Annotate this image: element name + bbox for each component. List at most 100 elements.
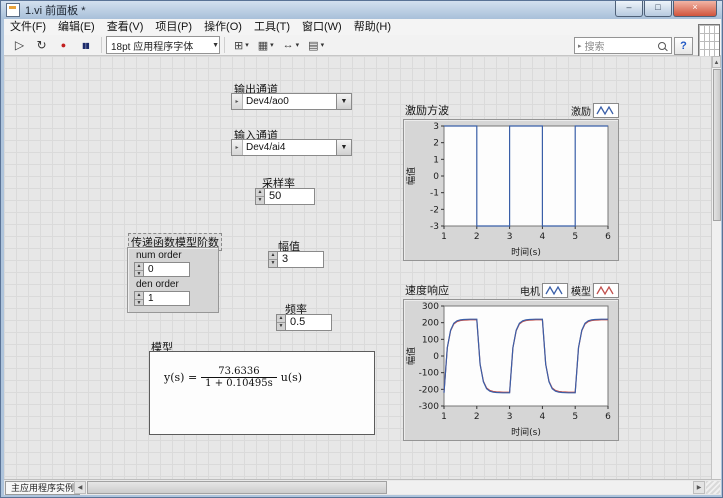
- increment-icon[interactable]: ▲: [256, 189, 264, 197]
- output-channel-combo[interactable]: ▸ Dev4/ao0 ▼: [231, 93, 352, 110]
- sample-rate-value[interactable]: 50: [265, 188, 315, 205]
- font-ring-value: 18pt 应用程序字体: [107, 38, 210, 53]
- increment-decrement-buttons[interactable]: ▲ ▼: [255, 188, 265, 205]
- speed-response-plot-legend[interactable]: 电机 模型: [520, 283, 619, 298]
- title-bar[interactable]: 1.vi 前面板 * – □ ×: [1, 1, 722, 19]
- svg-text:1: 1: [441, 232, 447, 242]
- increment-decrement-buttons[interactable]: ▲ ▼: [134, 262, 144, 277]
- decrement-icon[interactable]: ▼: [277, 323, 285, 330]
- scroll-up-icon[interactable]: ▲: [712, 56, 721, 68]
- resize-grip[interactable]: [706, 481, 720, 494]
- increment-decrement-buttons[interactable]: ▲ ▼: [268, 251, 278, 268]
- output-channel-value[interactable]: Dev4/ao0: [243, 94, 336, 109]
- minimize-button[interactable]: –: [615, 1, 643, 17]
- chevron-down-icon: ▾: [245, 41, 249, 49]
- excitation-plot-legend[interactable]: 激励: [571, 103, 619, 118]
- svg-text:6: 6: [605, 232, 611, 242]
- waveform-icon[interactable]: [542, 283, 568, 298]
- context-help-button[interactable]: ?: [674, 37, 693, 55]
- svg-text:2: 2: [474, 232, 480, 242]
- den-order-control[interactable]: ▲ ▼ 1: [134, 291, 190, 306]
- scroll-left-icon[interactable]: ◀: [74, 481, 86, 494]
- equation-lhs: y(s) =: [164, 371, 197, 384]
- distribute-objects-dropdown[interactable]: ▦ ▾: [254, 35, 278, 55]
- frequency-control[interactable]: ▲ ▼ 0.5: [276, 314, 332, 331]
- maximize-button[interactable]: □: [644, 1, 672, 17]
- vertical-scrollbar[interactable]: ▲: [711, 56, 721, 479]
- increment-decrement-buttons[interactable]: ▲ ▼: [276, 314, 286, 331]
- input-channel-combo[interactable]: ▸ Dev4/ai4 ▼: [231, 139, 352, 156]
- io-browse-icon[interactable]: ▸: [232, 140, 243, 155]
- app-instance-tab[interactable]: 主应用程序实例: [5, 481, 80, 495]
- run-continuous-button[interactable]: ↻: [31, 35, 52, 55]
- align-objects-dropdown[interactable]: ⊞ ▾: [230, 35, 253, 55]
- legend-label-model: 模型: [571, 283, 591, 298]
- excitation-graph-caption: 激励方波: [403, 102, 449, 118]
- svg-text:0: 0: [433, 352, 439, 362]
- increment-icon[interactable]: ▲: [135, 292, 143, 300]
- window-title: 1.vi 前面板 *: [25, 2, 86, 18]
- menu-window[interactable]: 窗口(W): [296, 19, 348, 35]
- menu-bar: 文件(F) 编辑(E) 查看(V) 项目(P) 操作(O) 工具(T) 窗口(W…: [4, 19, 721, 36]
- svg-text:6: 6: [605, 412, 611, 422]
- horizontal-scrollbar-thumb[interactable]: [87, 481, 387, 494]
- waveform-icon[interactable]: [593, 283, 619, 298]
- close-button[interactable]: ×: [673, 1, 717, 17]
- vertical-scrollbar-thumb[interactable]: [713, 69, 721, 221]
- toolbar-separator: [101, 37, 102, 53]
- chevron-down-icon: ▾: [321, 41, 325, 49]
- menu-view[interactable]: 查看(V): [101, 19, 150, 35]
- menu-help[interactable]: 帮助(H): [348, 19, 397, 35]
- equation-rhs: u(s): [281, 371, 302, 384]
- waveform-icon[interactable]: [593, 103, 619, 118]
- labview-window: 1.vi 前面板 * – □ × 文件(F) 编辑(E) 查看(V) 项目(P)…: [0, 0, 723, 498]
- svg-text:300: 300: [422, 302, 439, 312]
- front-panel: 输出通道 ▸ Dev4/ao0 ▼ 输入通道 ▸ Dev4/ai4 ▼ 采样率 …: [4, 56, 711, 479]
- num-order-value[interactable]: 0: [144, 262, 190, 277]
- increment-icon[interactable]: ▲: [135, 263, 143, 271]
- status-bar: 主应用程序实例 ◀ ▶: [4, 479, 721, 495]
- menu-operate[interactable]: 操作(O): [198, 19, 248, 35]
- connector-pane-icon[interactable]: [698, 24, 720, 57]
- svg-text:4: 4: [540, 232, 546, 242]
- amplitude-control[interactable]: ▲ ▼ 3: [268, 251, 324, 268]
- num-order-control[interactable]: ▲ ▼ 0: [134, 262, 190, 277]
- sample-rate-control[interactable]: ▲ ▼ 50: [255, 188, 315, 205]
- menu-file[interactable]: 文件(F): [4, 19, 52, 35]
- horizontal-scrollbar[interactable]: ◀ ▶: [74, 481, 705, 494]
- menu-edit[interactable]: 编辑(E): [52, 19, 101, 35]
- run-button[interactable]: ▷: [9, 35, 30, 55]
- scroll-right-icon[interactable]: ▶: [693, 481, 705, 494]
- svg-text:-300: -300: [419, 402, 440, 412]
- increment-icon[interactable]: ▲: [277, 315, 285, 323]
- svg-text:1: 1: [441, 412, 447, 422]
- svg-text:幅值: 幅值: [405, 347, 417, 365]
- decrement-icon[interactable]: ▼: [256, 197, 264, 204]
- font-ring-dropdown[interactable]: 18pt 应用程序字体 ▼: [106, 36, 220, 54]
- decrement-icon[interactable]: ▼: [135, 271, 143, 278]
- search-input[interactable]: ▸ 搜索: [574, 37, 672, 54]
- search-placeholder: 搜索: [585, 38, 658, 53]
- svg-text:4: 4: [540, 412, 546, 422]
- chevron-down-icon: ▾: [296, 41, 300, 49]
- amplitude-value[interactable]: 3: [278, 251, 324, 268]
- frequency-value[interactable]: 0.5: [286, 314, 332, 331]
- chevron-down-icon[interactable]: ▼: [336, 94, 351, 109]
- chevron-down-icon[interactable]: ▼: [336, 140, 351, 155]
- input-channel-value[interactable]: Dev4/ai4: [243, 140, 336, 155]
- menu-project[interactable]: 项目(P): [149, 19, 198, 35]
- increment-icon[interactable]: ▲: [269, 252, 277, 260]
- increment-decrement-buttons[interactable]: ▲ ▼: [134, 291, 144, 306]
- resize-objects-dropdown[interactable]: ↔ ▾: [279, 35, 304, 55]
- io-browse-icon[interactable]: ▸: [232, 94, 243, 109]
- reorder-objects-dropdown[interactable]: ▤ ▾: [304, 35, 328, 55]
- pause-button[interactable]: ▮▮: [75, 35, 96, 55]
- den-order-value[interactable]: 1: [144, 291, 190, 306]
- svg-text:1: 1: [433, 155, 439, 165]
- search-scope-icon[interactable]: ▸: [575, 42, 585, 50]
- decrement-icon[interactable]: ▼: [269, 260, 277, 267]
- excitation-graph: 激励方波 激励 1234563210-1-2-3时间(s)幅值: [403, 101, 619, 261]
- menu-tools[interactable]: 工具(T): [248, 19, 296, 35]
- abort-button[interactable]: ●: [53, 35, 74, 55]
- decrement-icon[interactable]: ▼: [135, 300, 143, 307]
